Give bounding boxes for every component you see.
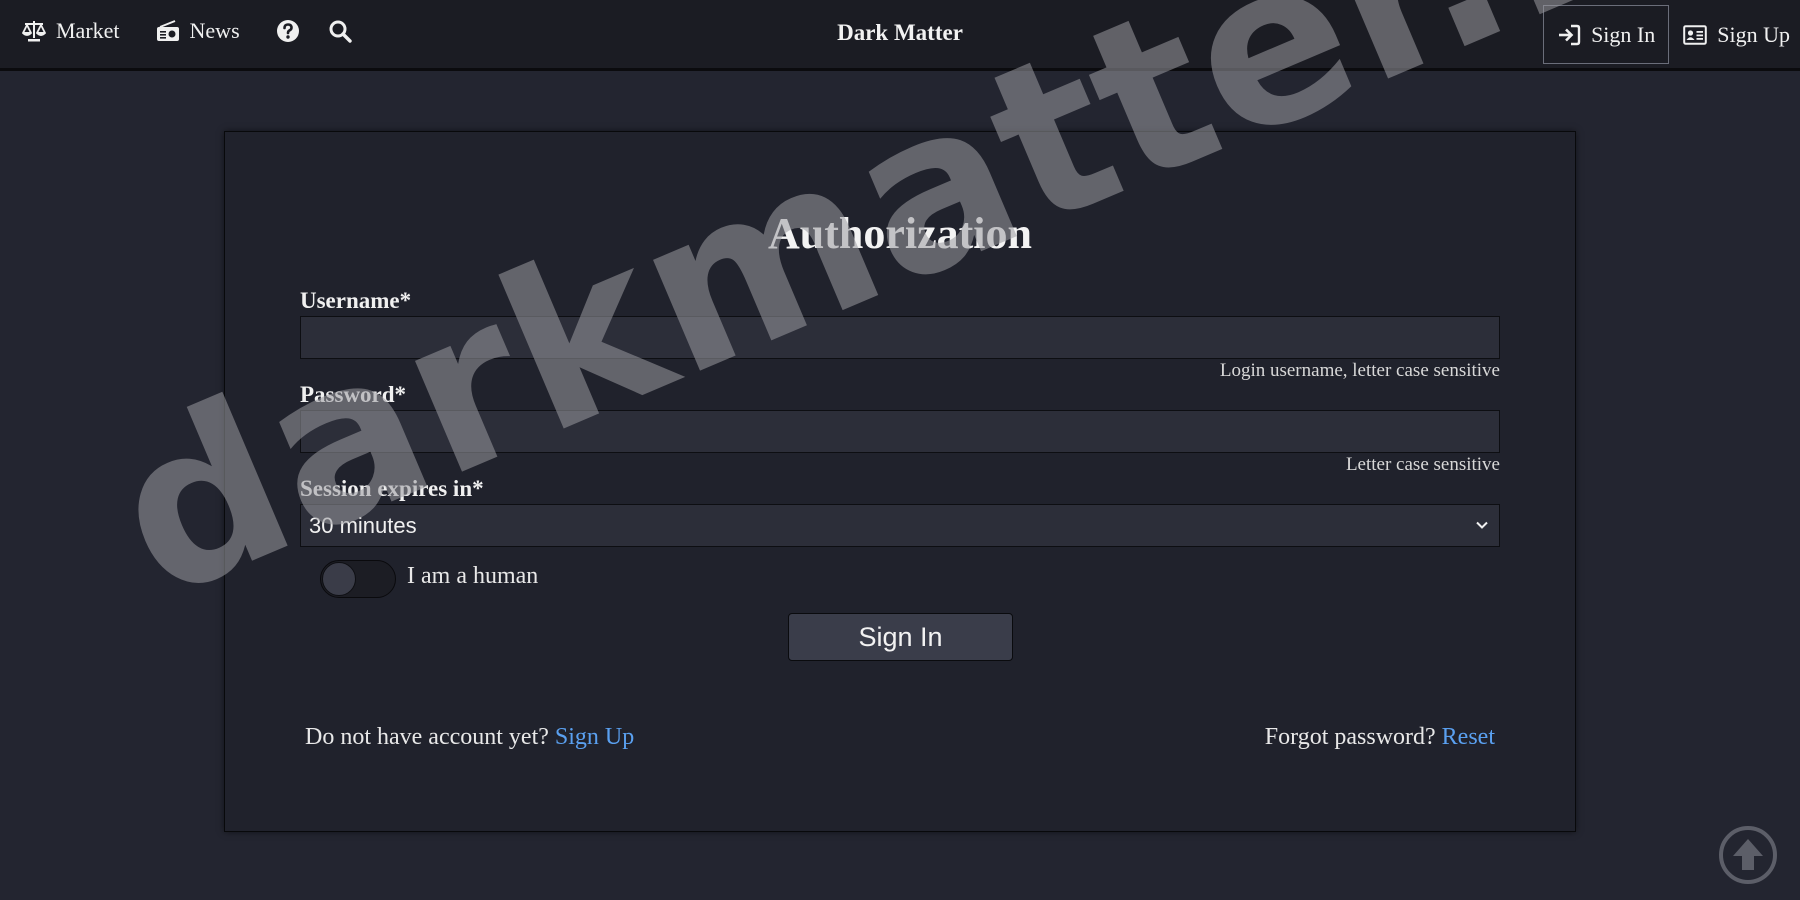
sign-in-icon bbox=[1559, 24, 1581, 45]
forgot-password-text: Forgot password? Reset bbox=[1265, 724, 1495, 751]
forgot-password-label: Forgot password? bbox=[1264, 724, 1436, 750]
question-circle-icon bbox=[276, 20, 299, 42]
session-select[interactable]: 30 minutes bbox=[300, 504, 1500, 547]
no-account-label: Do not have account yet? bbox=[305, 724, 549, 750]
nav-signin-button[interactable]: Sign In bbox=[1543, 5, 1670, 64]
no-account-text: Do not have account yet? Sign Up bbox=[305, 724, 634, 751]
human-toggle-label: I am a human bbox=[407, 563, 539, 589]
search-icon bbox=[329, 20, 352, 43]
signup-link[interactable]: Sign Up bbox=[555, 724, 634, 750]
nav-signin-label: Sign In bbox=[1591, 21, 1656, 47]
nav-signup-label: Sign Up bbox=[1717, 21, 1790, 47]
radio-icon bbox=[156, 20, 179, 41]
scroll-to-top-button[interactable] bbox=[1718, 825, 1778, 885]
signin-submit-button[interactable]: Sign In bbox=[788, 613, 1013, 661]
session-label: Session expires in* bbox=[300, 476, 484, 501]
nav-market-link[interactable]: Market bbox=[22, 18, 120, 44]
human-toggle[interactable] bbox=[320, 560, 396, 598]
nav-left: Market News bbox=[22, 18, 380, 44]
username-input[interactable] bbox=[300, 316, 1500, 359]
nav-right: Sign In Sign Up bbox=[1543, 5, 1790, 64]
nav-search-button[interactable] bbox=[328, 19, 352, 43]
password-input[interactable] bbox=[300, 410, 1500, 453]
password-hint: Letter case sensitive bbox=[1345, 454, 1500, 475]
username-label: Username* bbox=[300, 288, 412, 313]
nav-signup-button[interactable]: Sign Up bbox=[1683, 22, 1790, 48]
chevron-down-icon bbox=[1476, 521, 1488, 529]
brand-title-text[interactable]: Dark Matter bbox=[837, 20, 963, 45]
session-select-value: 30 minutes bbox=[309, 512, 417, 538]
password-label: Password* bbox=[300, 382, 407, 407]
reset-link[interactable]: Reset bbox=[1442, 724, 1495, 750]
nav-market-label: Market bbox=[56, 18, 120, 43]
nav-news-link[interactable]: News bbox=[156, 18, 240, 44]
username-hint: Login username, letter case sensitive bbox=[1219, 360, 1500, 381]
human-toggle-knob bbox=[322, 562, 356, 596]
id-card-icon bbox=[1683, 24, 1708, 45]
nav-help-button[interactable] bbox=[276, 19, 300, 43]
page-title: Authorization bbox=[768, 209, 1032, 258]
top-navbar: Market News Dark Matter Sign In Sign Up bbox=[0, 0, 1800, 71]
auth-card: Authorization Username* Login username, … bbox=[224, 131, 1576, 832]
arrow-up-circle-icon bbox=[1719, 826, 1777, 884]
nav-news-label: News bbox=[189, 18, 240, 43]
balance-scale-icon bbox=[22, 21, 46, 42]
